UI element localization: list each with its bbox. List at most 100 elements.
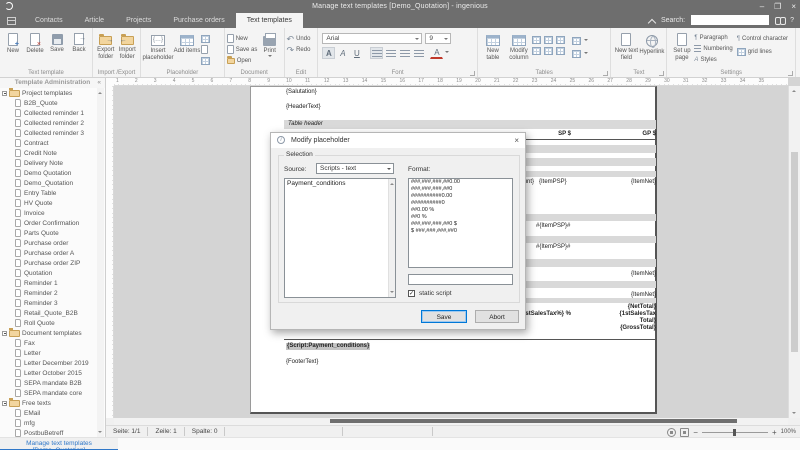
placeholder-header-text[interactable]: {HeaderText} <box>286 104 321 111</box>
insert-column-left-icon[interactable] <box>532 47 541 55</box>
tree-collapse-icon[interactable] <box>2 331 7 336</box>
tree-folder-free-texts[interactable]: Free texts <box>0 398 97 408</box>
format-list-item[interactable]: ###,###,###,##0 <box>409 186 512 193</box>
font-color-button[interactable]: A <box>430 48 443 59</box>
scroll-up-icon[interactable] <box>792 88 796 92</box>
selection-listbox[interactable]: Payment_conditions <box>284 178 396 298</box>
font-dialog-launcher-icon[interactable] <box>470 71 475 76</box>
tree-folder-document-templates[interactable]: Document templates <box>0 328 97 338</box>
save-template-button[interactable]: Save <box>46 30 68 54</box>
align-right-button[interactable] <box>398 47 411 59</box>
align-justify-button[interactable] <box>412 47 425 59</box>
scroll-down-icon[interactable] <box>390 291 394 295</box>
format-list-item[interactable]: ###,###,###,##0.00 <box>409 179 512 186</box>
format-list-item[interactable]: $ ###,###,###,##0 <box>409 228 512 235</box>
styles-button[interactable]: AStyles <box>694 55 732 64</box>
scrollbar-thumb[interactable] <box>330 419 737 423</box>
font-family-select[interactable]: Arial <box>322 33 422 44</box>
placeholder-script-payment-conditions[interactable]: {Script:Payment_conditions} <box>286 343 370 350</box>
sidebar-scrollbar[interactable] <box>97 88 104 437</box>
close-button[interactable]: × <box>791 2 796 11</box>
document-horizontal-scrollbar[interactable] <box>114 418 788 425</box>
scroll-up-icon[interactable] <box>98 90 102 94</box>
zoom-in-button[interactable]: + <box>772 428 777 437</box>
tree-folder-project-templates[interactable]: Project templates <box>0 88 97 98</box>
tree-item-sepa-mandate-core[interactable]: SEPA mandate core <box>0 388 97 398</box>
tree-item-letter-december-2019[interactable]: Letter December 2019 <box>0 358 97 368</box>
source-select[interactable]: Scripts - text <box>316 163 394 174</box>
insert-placeholder-button[interactable]: Insert placeholder <box>143 30 173 61</box>
placeholder-item-psp[interactable]: {ItemPSP} <box>539 179 567 186</box>
table-header-label[interactable]: Table header <box>288 121 323 128</box>
selection-list-item[interactable]: Payment_conditions <box>285 179 395 188</box>
new-template-button[interactable]: New <box>2 30 24 55</box>
zoom-slider[interactable] <box>702 432 768 433</box>
tree-item-letter[interactable]: Letter <box>0 348 97 358</box>
tree-item-demo-quotation[interactable]: Demo Quotation <box>0 168 97 178</box>
tree-item-collected-reminder-2[interactable]: Collected reminder 2 <box>0 118 97 128</box>
placeholder-footer-text[interactable]: {FooterText} <box>286 359 318 366</box>
abort-button[interactable]: Abort <box>475 310 519 323</box>
tab-text-templates[interactable]: Text templates <box>236 13 303 28</box>
format-listbox[interactable]: ###,###,###,##0.00###,###,###,##0#######… <box>408 178 513 268</box>
tree-item-parts-quote[interactable]: Parts Quote <box>0 228 97 238</box>
zoom-out-button[interactable]: − <box>693 428 698 437</box>
merge-cell-icon[interactable] <box>556 47 565 55</box>
listbox-scrollbar[interactable] <box>388 179 395 297</box>
tree-item-credit-note[interactable]: Credit Note <box>0 148 97 158</box>
save-button[interactable]: Save <box>421 310 467 323</box>
format-list-item[interactable]: ##0.00 % <box>409 207 512 214</box>
control-character-button[interactable]: ¶Control character <box>737 34 788 43</box>
format-list-item[interactable]: ##########0.00 <box>409 193 512 200</box>
maximize-button[interactable]: ❐ <box>774 2 781 11</box>
format-list-item[interactable]: ##0 % <box>409 214 512 221</box>
ribbon-collapse-icon[interactable] <box>649 17 655 23</box>
tree-item-purchase-order[interactable]: Purchase order <box>0 238 97 248</box>
placeholder-print-button[interactable] <box>201 56 210 65</box>
tree-item-reminder-3[interactable]: Reminder 3 <box>0 298 97 308</box>
grid-lines-button[interactable]: grid lines <box>737 47 788 56</box>
numbering-button[interactable]: Numbering <box>694 44 732 53</box>
split-cell-icon[interactable] <box>556 36 565 44</box>
minimize-button[interactable]: – <box>760 2 764 11</box>
static-script-checkbox[interactable]: ✓ <box>408 290 415 297</box>
undo-button[interactable]: ↶Undo <box>287 34 311 43</box>
fit-page-icon[interactable] <box>667 428 676 437</box>
tree-item-email[interactable]: EMail <box>0 408 97 418</box>
placeholder-salutation[interactable]: {Salutation} <box>286 89 317 96</box>
tree-item-order-confirmation[interactable]: Order Confirmation <box>0 218 97 228</box>
placeholder-item-psp-hash[interactable]: #{ItemPSP}# <box>536 244 570 251</box>
tables-dialog-launcher-icon[interactable] <box>603 71 608 76</box>
tree-item-entry-table[interactable]: Entry Table <box>0 188 97 198</box>
menu-toggle-icon[interactable] <box>7 17 16 25</box>
format-list-item[interactable]: ##########0 <box>409 200 512 207</box>
add-items-button[interactable]: Add items <box>173 30 201 55</box>
tree-collapse-icon[interactable] <box>2 91 7 96</box>
open-view-tab[interactable]: Manage text templates [Demo_Quotation] <box>0 438 118 450</box>
insert-row-below-icon[interactable] <box>544 36 553 44</box>
scroll-up-icon[interactable] <box>390 181 394 185</box>
tree-item-hv-quote[interactable]: HV Quote <box>0 198 97 208</box>
tree-item-fax[interactable]: Fax <box>0 338 97 348</box>
font-color-dropdown-icon[interactable] <box>445 51 449 55</box>
underline-button[interactable]: U <box>350 47 363 59</box>
placeholder-item-psp-hash[interactable]: #{ItemPSP}# <box>536 223 570 230</box>
delete-template-button[interactable]: Delete <box>24 30 46 55</box>
font-size-select[interactable]: 9 <box>425 33 451 44</box>
tree-item-mfg[interactable]: mfg <box>0 418 97 428</box>
placeholder-item-net[interactable]: {ItemNet} <box>590 271 656 278</box>
tab-purchase-orders[interactable]: Purchase orders <box>162 13 235 28</box>
tab-article[interactable]: Article <box>74 13 115 28</box>
document-save-as-button[interactable]: Save as <box>227 45 259 54</box>
tree-item-postbubetreff[interactable]: PostbuBetreff <box>0 428 97 437</box>
tab-projects[interactable]: Projects <box>115 13 162 28</box>
document-new-button[interactable]: New <box>227 34 259 43</box>
tree-item-delivery-note[interactable]: Delivery Note <box>0 158 97 168</box>
align-center-button[interactable] <box>384 47 397 59</box>
zoom-slider-thumb[interactable] <box>733 429 736 436</box>
insert-row-above-icon[interactable] <box>532 36 541 44</box>
tree-item-roll-quote[interactable]: Roll Quote <box>0 318 97 328</box>
italic-button[interactable]: A <box>336 47 349 59</box>
placeholder-list-button[interactable] <box>201 34 210 43</box>
text-dialog-launcher-icon[interactable] <box>659 71 664 76</box>
